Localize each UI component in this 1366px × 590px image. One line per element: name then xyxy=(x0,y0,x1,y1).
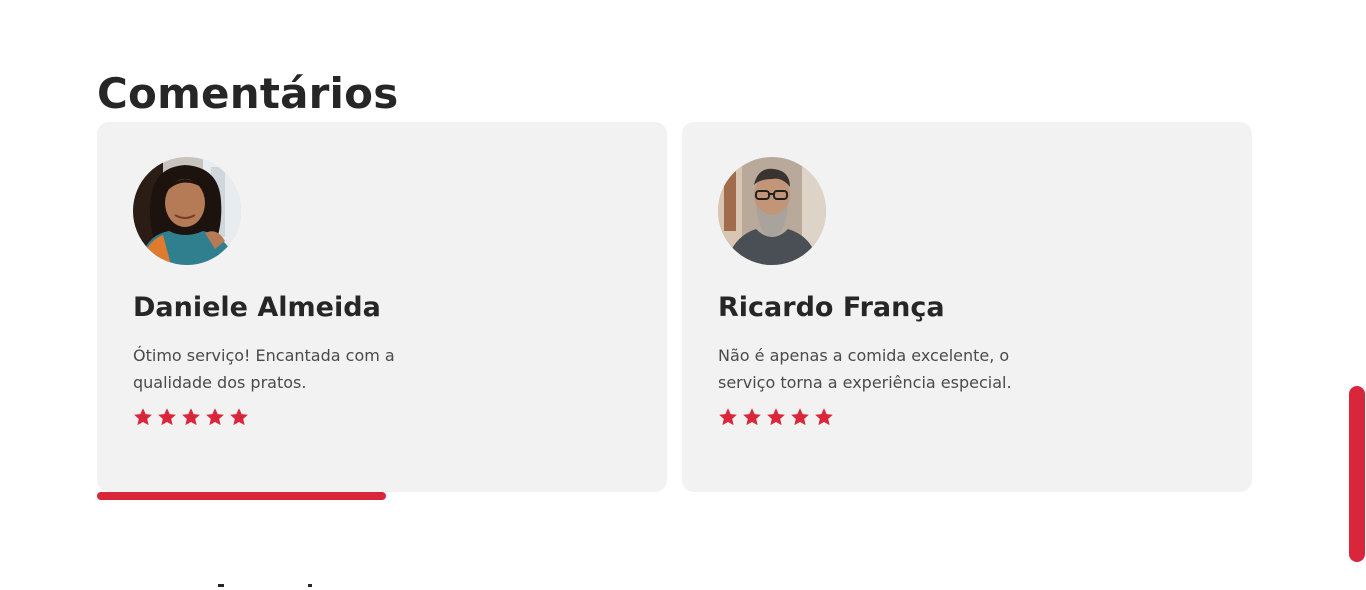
star-icon xyxy=(789,406,811,428)
star-icon xyxy=(156,406,178,428)
review-text: Ótimo serviço! Encantada com a qualidade… xyxy=(133,346,395,392)
avatar-photo-woman-icon xyxy=(133,157,241,265)
avatar-photo-man-icon xyxy=(718,157,826,265)
review-text: Não é apenas a comida excelente, o servi… xyxy=(718,346,1012,392)
star-icon xyxy=(180,406,202,428)
avatar xyxy=(718,157,826,265)
star-icon xyxy=(741,406,763,428)
star-icon xyxy=(717,406,739,428)
avatar xyxy=(133,157,241,265)
star-icon xyxy=(813,406,835,428)
carousel-progress-fill xyxy=(97,492,386,500)
star-icon xyxy=(765,406,787,428)
star-icon xyxy=(132,406,154,428)
reviewer-name: Daniele Almeida xyxy=(133,292,381,323)
testimonial-card: Daniele Almeida Ótimo serviço! Encantada… xyxy=(97,122,667,492)
star-icon xyxy=(204,406,226,428)
carousel-progress-bar[interactable] xyxy=(97,492,1252,500)
section-title: Comentários xyxy=(97,69,399,118)
reviewer-name: Ricardo França xyxy=(718,292,945,323)
testimonial-card: Ricardo França Não é apenas a comida exc… xyxy=(682,122,1252,492)
next-section-heading-peek xyxy=(196,584,326,590)
star-icon xyxy=(228,406,250,428)
testimonials-section: Comentários Daniele Almeida Ótimo serviç… xyxy=(0,0,1366,590)
star-rating xyxy=(717,406,835,428)
star-rating xyxy=(132,406,250,428)
scrollbar-thumb[interactable] xyxy=(1349,386,1365,562)
